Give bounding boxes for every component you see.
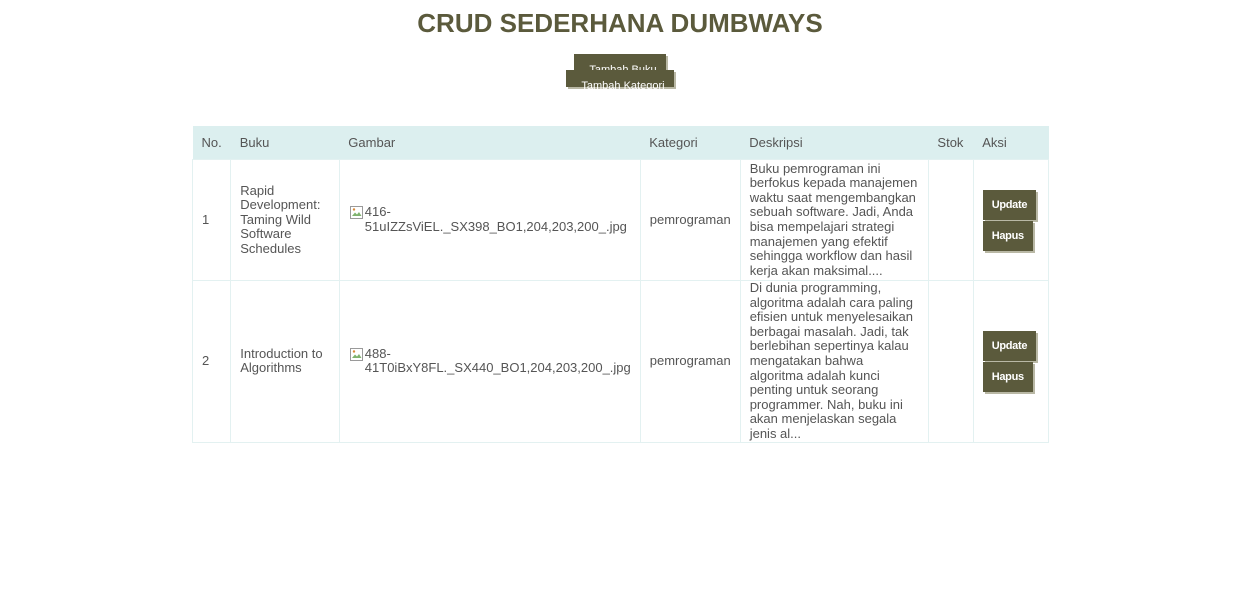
cell-image: 416-51uIZZsViEL._SX398_BO1,204,203,200_.… (338, 159, 641, 281)
cell-stock (927, 280, 974, 443)
cell-no: 1 (191, 159, 232, 281)
delete-button[interactable]: Hapus (982, 361, 1033, 392)
header-aksi: Aksi (973, 126, 1049, 160)
cell-category: pemrograman (639, 280, 741, 443)
cell-actions: Update Hapus (972, 280, 1050, 443)
image-alt-text: 488-41T0iBxY8FL._SX440_BO1,204,203,200_.… (364, 345, 631, 376)
cell-description: Di dunia programming, algoritma adalah c… (739, 280, 929, 443)
table-row: 2 Introduction to Algorithms 488-41T0iBx… (191, 280, 1050, 443)
book-image: 488-41T0iBxY8FL._SX440_BO1,204,203,200_.… (349, 345, 631, 376)
cell-category: pemrograman (639, 159, 741, 281)
action-buttons: Tambah Buku Tambah Kategori (0, 54, 1240, 92)
update-button[interactable]: Update (982, 330, 1037, 361)
header-stok: Stok (928, 126, 974, 160)
header-no: No. (192, 126, 231, 160)
cell-title: Introduction to Algorithms (230, 280, 340, 443)
header-buku: Buku (230, 126, 340, 160)
description-text: Buku pemrograman ini berfokus kepada man… (749, 160, 918, 278)
header-kategori: Kategori (640, 126, 741, 160)
cell-description: Buku pemrograman ini berfokus kepada man… (739, 159, 929, 281)
broken-image-icon (349, 206, 363, 220)
table-header-row: No. Buku Gambar Kategori Deskripsi Stok … (192, 126, 1049, 160)
cell-actions: Update Hapus (972, 159, 1050, 281)
update-button[interactable]: Update (982, 189, 1037, 220)
cell-image: 488-41T0iBxY8FL._SX440_BO1,204,203,200_.… (338, 280, 641, 443)
page-title: CRUD SEDERHANA DUMBWAYS (417, 8, 823, 38)
cell-title: Rapid Development: Taming Wild Software … (230, 159, 340, 281)
cell-no: 2 (191, 280, 232, 443)
cell-stock (927, 159, 974, 281)
add-category-button[interactable]: Tambah Kategori (566, 70, 674, 92)
description-text: Di dunia programming, algoritma adalah c… (749, 280, 914, 441)
add-book-button[interactable]: Tambah Buku (574, 54, 666, 76)
book-image: 416-51uIZZsViEL._SX398_BO1,204,203,200_.… (349, 205, 631, 234)
table-row: 1 Rapid Development: Taming Wild Softwar… (191, 159, 1050, 281)
header-gambar: Gambar (339, 126, 641, 160)
delete-button[interactable]: Hapus (982, 220, 1033, 251)
broken-image-icon (349, 347, 363, 361)
image-alt-text: 416-51uIZZsViEL._SX398_BO1,204,203,200_.… (364, 204, 627, 234)
header-deskripsi: Deskripsi (740, 126, 929, 160)
books-table: No. Buku Gambar Kategori Deskripsi Stok … (191, 126, 1050, 443)
